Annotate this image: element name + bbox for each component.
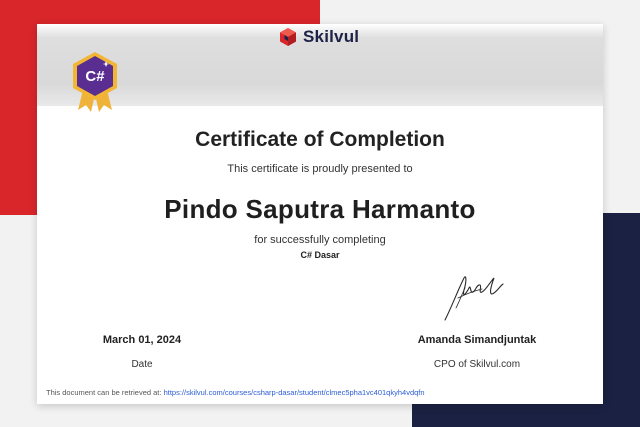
brand-logo: Skilvul — [278, 26, 359, 48]
certificate-url-link[interactable]: https://skilvul.com/courses/csharp-dasar… — [164, 388, 425, 397]
certificate-subtitle: This certificate is proudly presented to — [227, 163, 413, 175]
footer-text: This document can be retrieved at: — [46, 388, 162, 397]
signer-title: CPO of Skilvul.com — [433, 359, 521, 370]
signer-name: Amanda Simandjuntak — [417, 334, 537, 346]
brand-name: Skilvul — [303, 27, 360, 46]
certificate-card: Skilvul C# Certificate of Completion Thi… — [37, 24, 603, 404]
badge-label: C# — [85, 68, 105, 85]
certificate-title: Certificate of Completion — [195, 128, 445, 151]
csharp-badge-icon: C# — [73, 52, 117, 112]
date-value: March 01, 2024 — [102, 334, 182, 346]
footer-note: This document can be retrieved at: https… — [46, 388, 425, 397]
course-name: C# Dasar — [300, 250, 340, 260]
date-label: Date — [131, 359, 153, 370]
completing-text: for successfully completing — [254, 234, 386, 246]
skilvul-logo-icon — [280, 28, 296, 46]
recipient-name: Pindo Saputra Harmanto — [164, 194, 476, 224]
signature-image — [444, 276, 504, 321]
